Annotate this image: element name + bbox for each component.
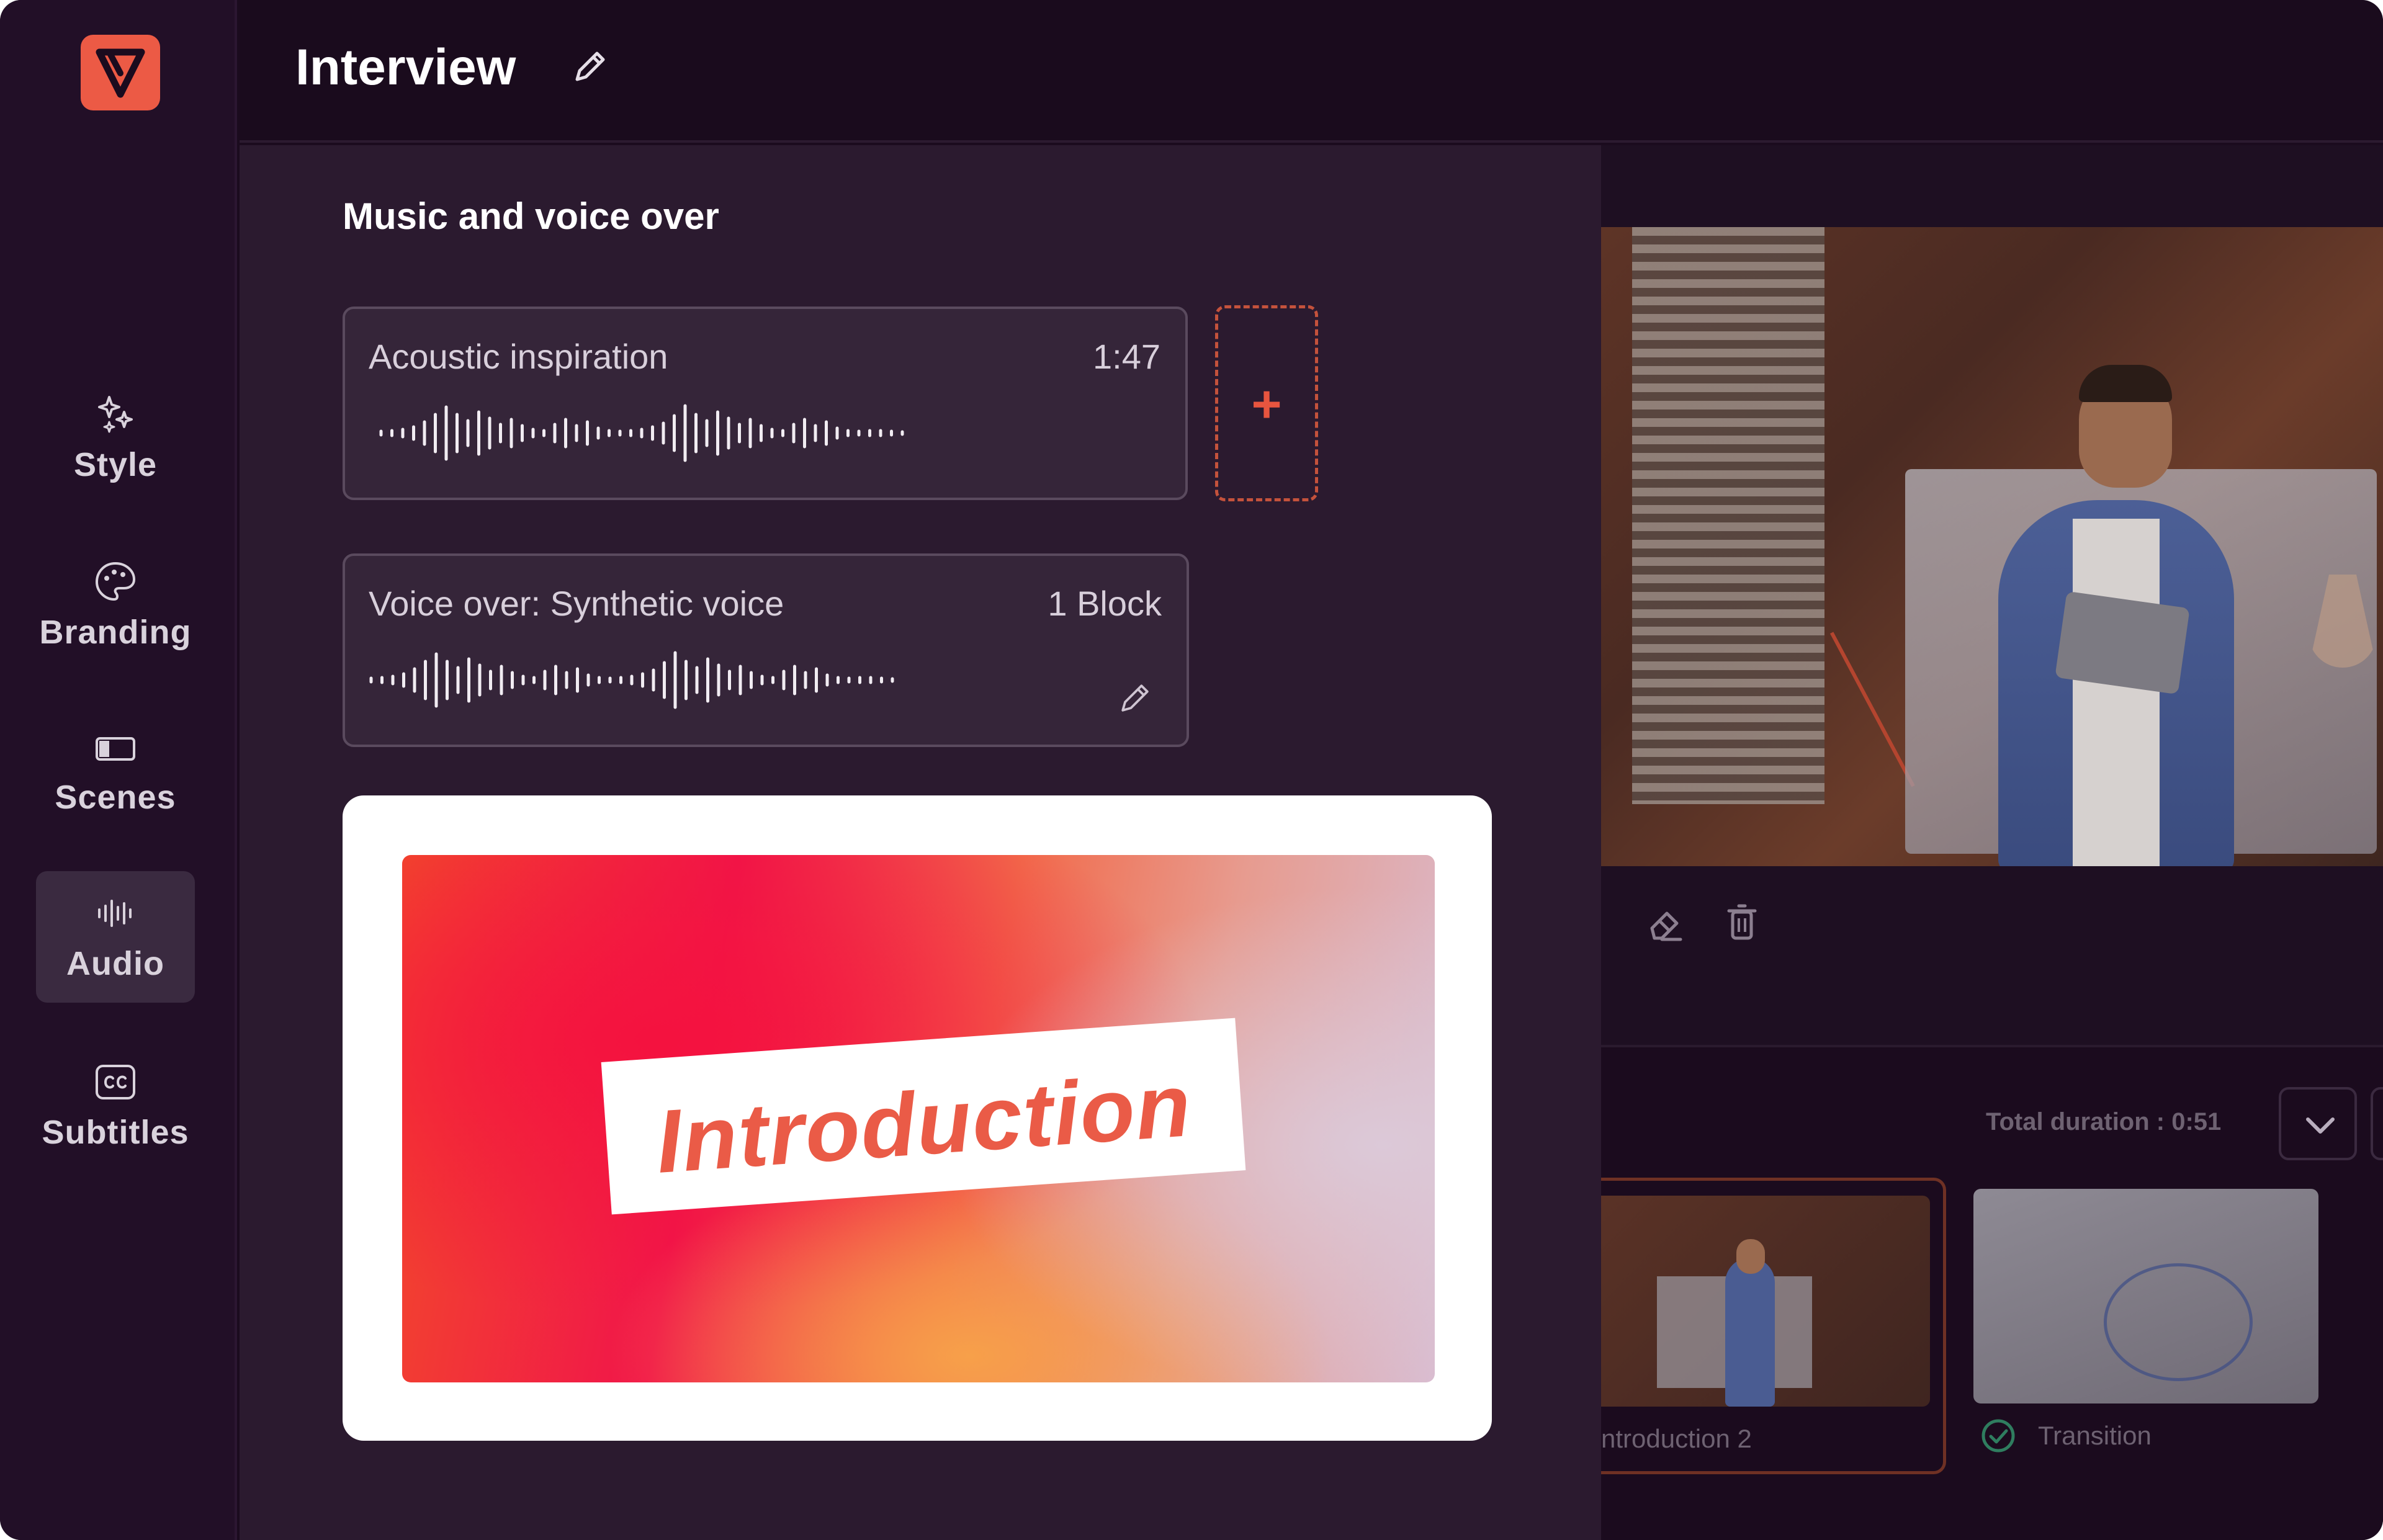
pencil-icon[interactable] [1115, 678, 1156, 719]
trash-icon[interactable] [1720, 901, 1764, 944]
timeline-next-button[interactable] [2371, 1087, 2383, 1160]
eraser-icon[interactable] [1643, 901, 1687, 944]
pencil-icon[interactable] [568, 45, 612, 88]
thumbnail-person [1725, 1258, 1775, 1407]
music-track-name: Acoustic inspiration [369, 337, 668, 376]
scene-label: ntroduction 2 [1601, 1424, 1752, 1453]
music-waveform [379, 404, 904, 462]
music-track-duration: 1:47 [1093, 337, 1160, 376]
timeline-collapse-button[interactable] [2279, 1087, 2357, 1160]
preview-tablet [2055, 591, 2190, 695]
add-track-button[interactable]: + [1215, 305, 1318, 501]
scenes-icon [96, 737, 135, 761]
closed-caption-icon [96, 1065, 135, 1099]
sidebar-item-label: Audio [66, 945, 164, 982]
intro-scene-artwork: Introduction [402, 855, 1435, 1382]
sidebar-item-style[interactable]: Style [36, 372, 195, 504]
preview-window-blinds [1632, 227, 1824, 804]
logo-icon [96, 48, 145, 98]
intro-scene-card[interactable]: Introduction [343, 795, 1492, 1441]
scene-thumbnail-image [1601, 1196, 1930, 1407]
sidebar-item-scenes[interactable]: Scenes [36, 705, 195, 836]
palette-icon [96, 562, 135, 601]
thumbnail-pie-drawing [2104, 1263, 2253, 1381]
project-title[interactable]: Interview [295, 38, 516, 97]
app-logo[interactable] [81, 35, 160, 110]
voice-over-track-card[interactable]: Voice over: Synthetic voice 1 Block [343, 553, 1189, 747]
sidebar-item-label: Scenes [55, 779, 176, 816]
sidebar-item-subtitles[interactable]: Subtitles [36, 1040, 195, 1171]
intro-title-box: Introduction [601, 1018, 1246, 1215]
sidebar-item-label: Branding [39, 614, 192, 651]
audio-panel: Music and voice over Acoustic inspiratio… [240, 145, 1601, 1540]
voice-waveform [369, 651, 894, 709]
music-track-card[interactable]: Acoustic inspiration 1:47 [343, 307, 1188, 500]
intro-title: Introduction [653, 1055, 1195, 1192]
sidebar-item-branding[interactable]: Branding [36, 540, 195, 671]
scene-thumbnail-image [1973, 1189, 2318, 1403]
panel-title: Music and voice over [343, 195, 719, 237]
voice-track-name: Voice over: Synthetic voice [369, 584, 784, 623]
audio-wave-icon [98, 900, 132, 927]
voice-track-blocks: 1 Block [1048, 584, 1162, 623]
sidebar-item-label: Style [73, 446, 158, 483]
total-duration: Total duration : 0:51 [1986, 1108, 2222, 1135]
video-preview[interactable] [1601, 227, 2383, 866]
scene-thumbnail-introduction-2[interactable]: ntroduction 2 [1601, 1178, 1946, 1474]
preview-person-shirt [2073, 519, 2160, 866]
sidebar-item-audio[interactable]: Audio [36, 871, 195, 1003]
scene-label: Transition [2038, 1421, 2152, 1450]
sparkle-icon [98, 396, 133, 433]
sidebar-item-label: Subtitles [42, 1114, 189, 1151]
check-circle-icon [1981, 1419, 2015, 1453]
thumbnail-person-head [1736, 1239, 1765, 1274]
app-window: Total duration : 0:51 ntroduction 2 Tran… [0, 0, 2383, 1540]
preview-person-hair [2079, 365, 2172, 402]
chevron-down-icon [2306, 1117, 2335, 1134]
scene-thumbnail-transition[interactable]: Transition [1973, 1178, 2321, 1474]
plus-icon: + [1251, 375, 1282, 433]
sidebar: Style Branding Scenes Audio Subtitles [0, 0, 237, 1540]
top-header: Interview [240, 0, 2383, 143]
